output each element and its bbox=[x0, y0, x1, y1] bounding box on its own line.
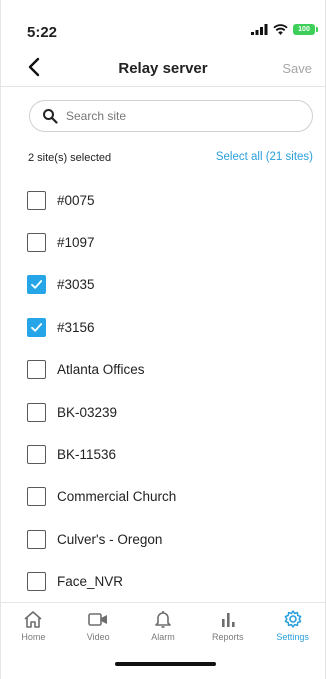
site-list-item[interactable]: Culver's - Oregon bbox=[1, 518, 325, 560]
site-label: #1097 bbox=[57, 235, 95, 251]
status-time: 5:22 bbox=[27, 24, 58, 41]
checkbox-unchecked[interactable] bbox=[27, 190, 46, 210]
save-button[interactable]: Save bbox=[282, 61, 312, 76]
site-list-item[interactable]: BK-11536 bbox=[1, 433, 325, 475]
bar-chart-icon bbox=[221, 613, 235, 627]
battery-level: 100 bbox=[298, 26, 310, 33]
tab-video[interactable]: Video bbox=[66, 603, 131, 648]
page-title: Relay server bbox=[118, 60, 208, 77]
site-list-item[interactable]: Face_NVR bbox=[1, 561, 325, 603]
tab-reports[interactable]: Reports bbox=[195, 603, 260, 648]
site-label: Atlanta Offices bbox=[57, 362, 145, 378]
bell-icon bbox=[155, 611, 171, 628]
wifi-icon bbox=[273, 24, 288, 35]
select-all-link[interactable]: Select all (21 sites) bbox=[216, 151, 313, 163]
site-list-item[interactable]: Commercial Church bbox=[1, 476, 325, 518]
site-label: BK-11536 bbox=[57, 447, 117, 463]
signal-icon bbox=[251, 24, 268, 35]
site-list-item[interactable]: #1097 bbox=[1, 221, 325, 263]
home-indicator[interactable] bbox=[115, 662, 216, 666]
site-list: #0075 #1097 #3035 #3156 Atlanta Offices BK-03… bbox=[1, 179, 325, 603]
gear-icon bbox=[284, 610, 301, 628]
checkbox-checked[interactable] bbox=[27, 275, 46, 295]
tab-label: Video bbox=[86, 632, 110, 642]
checkbox-unchecked[interactable] bbox=[27, 445, 46, 465]
tab-label: Alarm bbox=[151, 632, 175, 642]
checkbox-checked[interactable] bbox=[27, 317, 46, 337]
navigation-bar: Relay server Save bbox=[1, 52, 325, 86]
checkbox-unchecked[interactable] bbox=[27, 572, 46, 592]
selected-count: 2 site(s) selected bbox=[28, 152, 112, 164]
tab-settings[interactable]: Settings bbox=[260, 603, 325, 648]
tab-label: Reports bbox=[212, 632, 244, 642]
site-label: #0075 bbox=[57, 192, 95, 208]
status-bar: 5:22 100 bbox=[1, 0, 325, 44]
home-icon bbox=[24, 611, 42, 628]
site-list-item[interactable]: #3156 bbox=[1, 306, 325, 348]
checkbox-unchecked[interactable] bbox=[27, 233, 46, 253]
status-icons: 100 bbox=[251, 24, 318, 35]
checkmark-icon bbox=[31, 280, 43, 290]
checkbox-unchecked[interactable] bbox=[27, 529, 46, 549]
checkbox-unchecked[interactable] bbox=[27, 360, 46, 380]
tab-label: Home bbox=[21, 632, 46, 642]
site-list-item[interactable]: #0075 bbox=[1, 179, 325, 221]
site-label: #3035 bbox=[57, 277, 95, 293]
site-list-item[interactable]: #3035 bbox=[1, 264, 325, 306]
battery-icon: 100 bbox=[293, 24, 318, 35]
tab-bar: Home Video Alarm Reports Settings bbox=[1, 602, 325, 648]
selection-row: 2 site(s) selected Select all (21 sites) bbox=[28, 150, 313, 166]
site-label: BK-03239 bbox=[57, 404, 118, 420]
search-box[interactable] bbox=[29, 100, 313, 132]
tab-label: Settings bbox=[276, 632, 309, 642]
site-label: Face_NVR bbox=[57, 574, 124, 590]
checkbox-unchecked[interactable] bbox=[27, 487, 46, 507]
site-label: Commercial Church bbox=[57, 489, 177, 505]
tab-home[interactable]: Home bbox=[1, 603, 66, 648]
site-label: Culver's - Oregon bbox=[57, 531, 163, 547]
tab-alarm[interactable]: Alarm bbox=[131, 603, 196, 648]
checkmark-icon bbox=[31, 322, 43, 332]
search-input[interactable] bbox=[66, 109, 286, 123]
video-icon bbox=[88, 613, 108, 626]
site-list-item[interactable]: Atlanta Offices bbox=[1, 349, 325, 391]
site-label: #3156 bbox=[57, 319, 95, 335]
header-divider bbox=[1, 86, 325, 87]
checkbox-unchecked[interactable] bbox=[27, 402, 46, 422]
phone-screen: 5:22 100 Relay server Save Search site 2… bbox=[0, 0, 326, 679]
site-list-item[interactable]: BK-03239 bbox=[1, 391, 325, 433]
search-icon bbox=[43, 109, 58, 124]
